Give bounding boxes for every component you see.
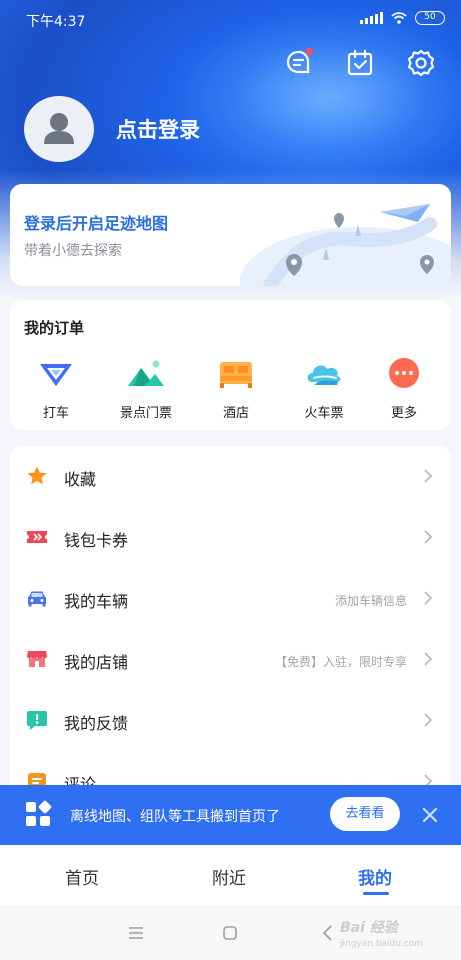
footprint-subtitle: 带着小德去探索 xyxy=(24,243,122,259)
footprint-illustration xyxy=(240,204,451,286)
order-tickets[interactable]: 景点门票 xyxy=(106,356,186,421)
watermark-url: jingyan.baidu.com xyxy=(340,939,424,949)
chevron-right-icon xyxy=(424,469,433,483)
active-tab-indicator xyxy=(363,892,389,895)
chevron-right-icon xyxy=(424,652,433,666)
home-icon[interactable] xyxy=(220,923,240,943)
watermark: Bai 经验 jingyan.baidu.com xyxy=(340,917,423,949)
chevron-right-icon xyxy=(424,713,433,727)
checkin-button[interactable] xyxy=(345,48,375,78)
orders-title: 我的订单 xyxy=(24,319,85,337)
apps-grid-icon xyxy=(26,800,52,826)
bed-icon xyxy=(220,362,252,388)
cloud-icon xyxy=(307,365,341,385)
star-icon xyxy=(27,466,47,485)
menu-item-label: 钱包卡券 xyxy=(64,531,129,550)
menu-item-label: 我的店铺 xyxy=(64,653,129,672)
menu-item-hint: 【免费】入驻，限时专享 xyxy=(274,655,407,669)
menu-item-feedback[interactable]: 我的反馈 xyxy=(10,690,451,751)
order-label: 更多 xyxy=(390,406,417,421)
bottom-tab-bar: 首页 附近 我的 xyxy=(0,845,461,905)
shop-icon xyxy=(27,651,47,667)
status-time: 下午4:37 xyxy=(26,14,86,30)
tab-mine[interactable]: 我的 xyxy=(358,864,392,889)
menu-item-shop[interactable]: 我的店铺 【免费】入驻，限时专享 xyxy=(10,629,451,690)
login-link[interactable]: 点击登录 xyxy=(116,114,200,144)
avatar[interactable] xyxy=(24,96,94,162)
order-label: 景点门票 xyxy=(119,406,172,421)
battery-icon: 50 xyxy=(415,11,445,25)
chevron-right-icon xyxy=(424,530,433,544)
menu-item-label: 收藏 xyxy=(64,470,97,489)
notification-dot xyxy=(306,48,313,55)
order-label: 酒店 xyxy=(222,406,249,421)
feedback-icon xyxy=(27,711,47,730)
settings-button[interactable] xyxy=(406,48,436,78)
more-icon xyxy=(389,358,419,388)
user-icon xyxy=(44,113,74,144)
menu-item-label: 我的反馈 xyxy=(64,714,129,733)
order-more[interactable]: 更多 xyxy=(364,356,444,421)
menu-item-wallet[interactable]: 钱包卡券 xyxy=(10,507,451,568)
mountain-icon xyxy=(128,360,164,386)
menu-item-label: 我的车辆 xyxy=(64,592,129,611)
menu-item-vehicles[interactable]: 我的车辆 添加车辆信息 xyxy=(10,568,451,629)
signal-icon xyxy=(360,12,383,24)
tab-home[interactable]: 首页 xyxy=(65,864,99,889)
banner-text: 离线地图、组队等工具搬到首页了 xyxy=(70,809,280,825)
footprint-map-card[interactable]: 登录后开启足迹地图 带着小德去探索 xyxy=(10,184,451,286)
calendar-check-icon xyxy=(347,49,373,76)
order-taxi[interactable]: 打车 xyxy=(16,356,96,421)
chevron-right-icon xyxy=(424,591,433,605)
watermark-brand: Bai 经验 xyxy=(340,920,398,936)
menu-list: 收藏 钱包卡券 我的车辆 添加车辆信息 我的店铺 【免费】入驻，限时专享 我的反… xyxy=(10,446,451,806)
taxi-icon xyxy=(40,364,72,386)
footprint-title: 登录后开启足迹地图 xyxy=(24,214,169,233)
menu-item-favorites[interactable]: 收藏 xyxy=(10,446,451,507)
order-label: 打车 xyxy=(42,406,69,421)
status-bar: 下午4:37 50 xyxy=(0,0,461,38)
tab-nearby[interactable]: 附近 xyxy=(212,864,246,889)
tools-moved-banner: 离线地图、组队等工具搬到首页了 去看看 xyxy=(0,785,461,845)
car-icon xyxy=(28,591,46,607)
gear-icon xyxy=(407,49,435,77)
system-navigation-bar: Bai 经验 jingyan.baidu.com xyxy=(0,905,461,960)
menu-icon[interactable] xyxy=(126,923,146,943)
message-button[interactable] xyxy=(284,48,314,78)
order-label: 火车票 xyxy=(304,406,344,421)
my-orders-card: 我的订单 打车 景点门票 酒店 火车票 更多 xyxy=(10,300,451,430)
wifi-icon xyxy=(391,12,407,24)
order-train[interactable]: 火车票 xyxy=(284,356,364,421)
close-icon[interactable] xyxy=(420,805,440,825)
order-hotel[interactable]: 酒店 xyxy=(196,356,276,421)
status-icons: 50 xyxy=(360,11,445,25)
menu-item-hint: 添加车辆信息 xyxy=(334,594,407,608)
back-icon[interactable] xyxy=(318,923,338,943)
go-see-button[interactable]: 去看看 xyxy=(330,797,400,831)
ticket-icon xyxy=(27,531,47,543)
